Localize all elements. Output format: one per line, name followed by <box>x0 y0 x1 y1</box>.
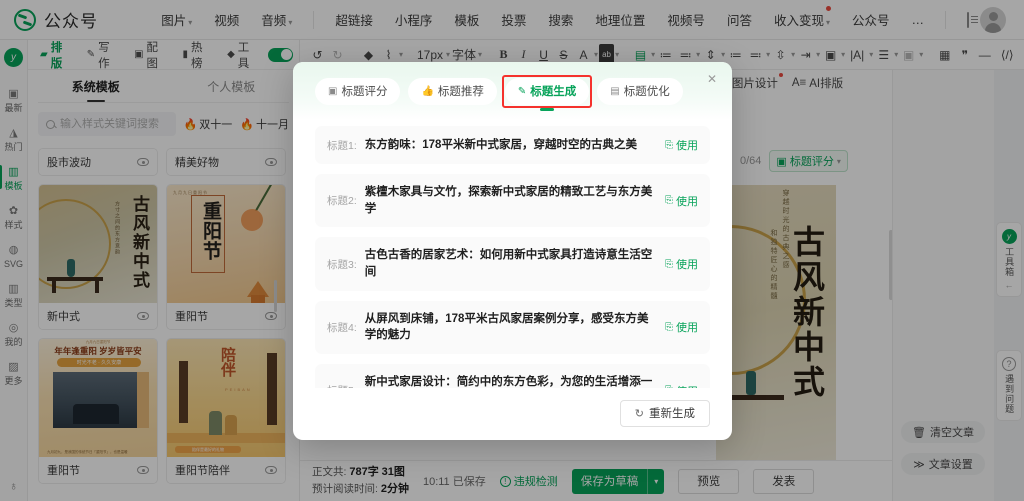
copy-icon: ⎘ <box>665 139 673 151</box>
use-suggestion-button[interactable]: ⎘使用 <box>665 256 698 272</box>
title-generation-dialog: ▣ 标题评分 👍 标题推荐 ✎ 标题生成 ▤ 标题优化 ✕ 标题1: 东方韵味：178平… <box>293 62 732 440</box>
refresh-icon: ↻ <box>634 407 644 420</box>
active-tab-underline <box>540 107 555 111</box>
button-label: 重新生成 <box>649 408 695 420</box>
suggestion-index: 标题5: <box>327 383 357 388</box>
button-label: 使用 <box>676 140 698 152</box>
use-suggestion-button[interactable]: ⎘使用 <box>665 193 698 209</box>
tab-label: 标题评分 <box>341 86 388 98</box>
button-label: 使用 <box>676 322 698 335</box>
copy-icon: ⎘ <box>665 258 673 270</box>
suggestion-index: 标题3: <box>327 258 357 271</box>
dialog-footer: ↻ 重新生成 <box>293 388 732 438</box>
button-label: 使用 <box>676 259 698 272</box>
use-suggestion-button[interactable]: ⎘使用 <box>665 137 698 153</box>
suggestion-index: 标题2: <box>327 195 357 208</box>
suggestion-index: 标题1: <box>327 139 357 152</box>
use-suggestion-button[interactable]: ⎘使用 <box>665 319 698 335</box>
suggestion-index: 标题4: <box>327 321 357 334</box>
thumbs-up-icon: 👍 <box>421 85 434 97</box>
optimize-icon: ▤ <box>610 85 620 97</box>
list-item[interactable]: 标题1: 东方韵味：178平米新中式家居，穿越时空的古典之美 ⎘ 使用 <box>315 126 710 164</box>
copy-icon: ⎘ <box>665 195 673 207</box>
app-root: 公众号 图片 ▾ 视频 音频 ▾ 超链接 小程序 模板 投票 搜索 地理位置 视频号… <box>0 0 1024 501</box>
tab-title-recommend[interactable]: 👍 标题推荐 <box>408 77 497 105</box>
button-label: 使用 <box>676 383 698 388</box>
use-suggestion-button[interactable]: ⎘使用 <box>665 383 698 388</box>
copy-icon: ⎘ <box>665 385 673 388</box>
suggestion-list: 标题1: 东方韵味：178平米新中式家居，穿越时空的古典之美 ⎘ 使用 标题2: … <box>293 120 732 388</box>
dialog-header: ▣ 标题评分 👍 标题推荐 ✎ 标题生成 ▤ 标题优化 ✕ <box>293 62 732 120</box>
close-icon[interactable]: ✕ <box>705 72 719 86</box>
suggestion-text: 紫檀木家具与文竹，探索新中式家居的精致工艺与东方美学 <box>364 186 653 215</box>
tab-title-optimize[interactable]: ▤ 标题优化 <box>597 77 683 105</box>
copy-icon: ⎘ <box>665 321 673 333</box>
button-label: 使用 <box>676 195 698 208</box>
tab-label: 标题推荐 <box>437 86 484 98</box>
suggestion-text: 东方韵味：178平米新中式家居，穿越时空的古典之美 <box>364 138 637 151</box>
tab-label: 标题优化 <box>623 86 670 98</box>
tab-title-generate[interactable]: ✎ 标题生成 <box>501 74 593 111</box>
list-item[interactable]: 标题3: 古色古香的居家艺术：如何用新中式家具打造诗意生活空间 ⎘ 使用 <box>315 237 710 291</box>
regenerate-button[interactable]: ↻ 重新生成 <box>619 399 710 427</box>
list-item[interactable]: 标题2: 紫檀木家具与文竹，探索新中式家居的精致工艺与东方美学 ⎘ 使用 <box>315 174 710 228</box>
tab-title-score[interactable]: ▣ 标题评分 <box>315 77 401 105</box>
list-item[interactable]: 标题5: 新中式家居设计：简约中的东方色彩，为您的生活增添一抹淡雅风情 ⎘使用 <box>315 364 710 388</box>
chart-icon: ▣ <box>328 85 338 97</box>
suggestion-text: 古色古香的居家艺术：如何用新中式家具打造诗意生活空间 <box>364 249 653 279</box>
tab-label: 标题生成 <box>530 86 577 98</box>
pencil-icon: ✎ <box>517 85 527 97</box>
suggestion-text: 从屏风到床铺，178平米古风家居案例分享，感受东方美学的魅力 <box>364 312 649 342</box>
suggestion-text: 新中式家居设计：简约中的东方色彩，为您的生活增添一抹淡雅风情 <box>364 376 653 388</box>
list-item[interactable]: 标题4: 从屏风到床铺，178平米古风家居案例分享，感受东方美学的魅力 ⎘ 使用 <box>315 300 710 355</box>
